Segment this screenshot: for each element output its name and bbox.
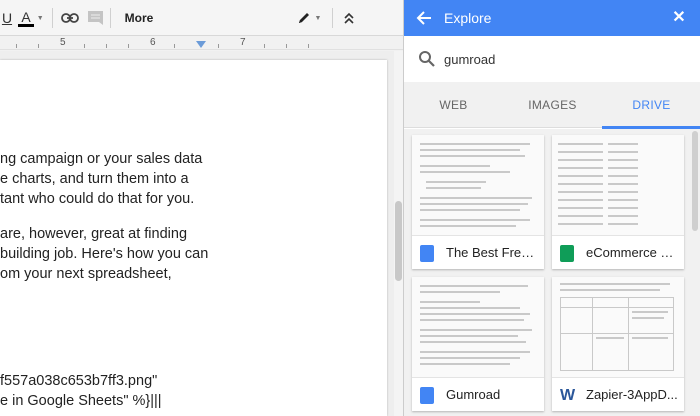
search-icon	[419, 51, 435, 67]
word-doc-thumbnail	[552, 277, 684, 377]
drive-result-card[interactable]: Gumroad	[412, 277, 544, 411]
ruler-tick	[286, 44, 287, 48]
comment-icon	[87, 11, 103, 25]
document-scrollbar-thumb[interactable]	[395, 201, 402, 281]
google-docs-icon	[420, 387, 434, 404]
explore-scrollbar-thumb[interactable]	[692, 131, 698, 231]
explore-title: Explore	[444, 10, 492, 26]
more-button[interactable]: More	[114, 0, 164, 36]
result-footer: eCommerce O...	[552, 235, 684, 269]
document-thumbnail	[412, 135, 544, 235]
toolbar-divider	[52, 8, 53, 28]
link-icon	[61, 13, 79, 23]
text-color-label: A	[18, 10, 34, 27]
explore-search-bar	[404, 36, 700, 82]
result-title: Zapier-3AppD...	[586, 387, 678, 402]
result-footer: The Best Free ...	[412, 235, 544, 269]
ruler-number: 6	[150, 37, 156, 48]
back-button[interactable]	[416, 8, 434, 28]
more-label: More	[124, 11, 154, 25]
close-button[interactable]: ✕	[671, 8, 687, 28]
text-color-button[interactable]: A ▼	[16, 0, 46, 36]
toolbar-divider	[332, 8, 333, 28]
document-text-line: are, however, great at finding	[0, 226, 188, 242]
document-page[interactable]: ng campaign or your sales data e charts,…	[0, 60, 387, 416]
insert-link-button[interactable]	[58, 0, 82, 36]
ruler-tick	[16, 44, 17, 48]
google-sheets-icon	[560, 245, 574, 262]
result-title: The Best Free ...	[446, 245, 540, 260]
chevron-down-icon: ▼	[314, 14, 322, 22]
arrow-left-icon	[416, 11, 431, 25]
spreadsheet-thumbnail	[552, 135, 684, 235]
tab-drive[interactable]: DRIVE	[602, 82, 700, 129]
editor-toolbar: U A ▼ More ▼	[0, 0, 403, 36]
explore-tabs: WEB IMAGES DRIVE	[404, 82, 700, 129]
document-text-line: e charts, and turn them into a	[0, 171, 189, 187]
explore-header: Explore ✕	[404, 0, 700, 36]
google-docs-icon	[420, 245, 434, 262]
result-title: eCommerce O...	[586, 245, 680, 260]
tab-web[interactable]: WEB	[404, 82, 503, 128]
right-indent-marker[interactable]	[196, 41, 206, 48]
ruler-tick	[106, 44, 107, 48]
ruler-tick	[84, 44, 85, 48]
underline-label: U	[1, 10, 13, 26]
tab-images[interactable]: IMAGES	[503, 82, 602, 128]
editing-mode-button[interactable]: ▼	[292, 0, 326, 36]
chevron-down-icon: ▼	[36, 14, 44, 22]
insert-comment-button[interactable]	[84, 0, 106, 36]
close-icon: ✕	[672, 9, 686, 26]
drive-results: The Best Free ... eCommerce O... Gumroad…	[404, 129, 700, 416]
ruler-tick	[38, 44, 39, 48]
ruler-tick	[128, 44, 129, 48]
document-text-line: e in Google Sheets" %}|||	[0, 393, 162, 409]
pen-icon	[298, 13, 309, 23]
ruler-tick	[218, 44, 219, 48]
app-window: U A ▼ More ▼ 5 6 7 ng campaign or your s…	[0, 0, 700, 416]
ruler-tick	[264, 44, 265, 48]
word-icon: W	[560, 387, 576, 404]
underline-button[interactable]: U	[0, 0, 14, 36]
result-footer: W Zapier-3AppD...	[552, 377, 684, 411]
ruler-number: 7	[240, 37, 246, 48]
document-thumbnail	[412, 277, 544, 377]
ruler[interactable]: 5 6 7	[0, 36, 403, 50]
explore-panel: Explore ✕ WEB IMAGES DRIVE	[403, 0, 700, 416]
drive-result-card[interactable]: W Zapier-3AppD...	[552, 277, 684, 411]
explore-search-input[interactable]	[444, 48, 674, 70]
document-text-line: f557a038c653b7ff3.png"	[0, 373, 158, 389]
ruler-tick	[308, 44, 309, 48]
document-text-line: tant who could do that for you.	[0, 191, 195, 207]
ruler-number: 5	[60, 37, 66, 48]
toolbar-divider	[110, 8, 111, 28]
document-text-line: om your next spreadsheet,	[0, 266, 172, 282]
document-text-line: ng campaign or your sales data	[0, 151, 203, 167]
collapse-chevrons-icon	[344, 12, 354, 24]
ruler-tick	[174, 44, 175, 48]
hide-menus-button[interactable]	[338, 0, 360, 36]
result-footer: Gumroad	[412, 377, 544, 411]
result-title: Gumroad	[446, 387, 501, 402]
drive-result-card[interactable]: The Best Free ...	[412, 135, 544, 269]
document-text-line: building job. Here's how you can	[0, 246, 209, 262]
document-scrollbar[interactable]	[394, 51, 403, 416]
drive-result-card[interactable]: eCommerce O...	[552, 135, 684, 269]
